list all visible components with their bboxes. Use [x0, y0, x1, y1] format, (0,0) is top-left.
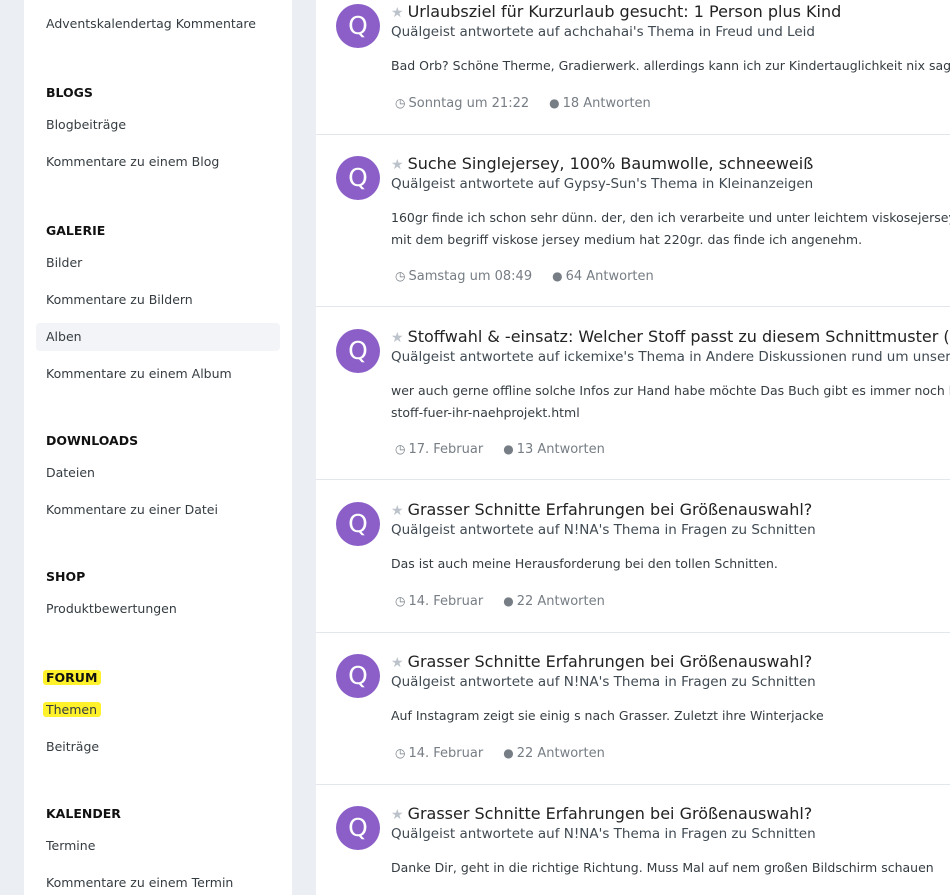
sidebar-item[interactable]: Dateien [36, 459, 280, 487]
post-subtitle: Quälgeist antwortete auf N!NA's Thema in… [391, 674, 816, 690]
activity-feed: Q ★ Urlaubsziel für Kurzurlaub gesucht: 1 … [316, 0, 950, 895]
sidebar-item[interactable]: Adventskalendertage [36, 0, 280, 1]
post-title-row: ★ Urlaubsziel für Kurzurlaub gesucht: 1 P… [391, 0, 841, 24]
post-snippet: stoff-fuer-ihr-naehprojekt.html [391, 405, 580, 420]
avatar[interactable]: Q [336, 654, 380, 698]
activity-item: Q ★ Grasser Schnitte Erfahrungen bei Größe… [316, 498, 950, 633]
sidebar-item[interactable]: Kommentare zu einem Album [36, 360, 280, 388]
post-snippet: wer auch gerne offline solche Infos zur … [391, 383, 950, 398]
post-title-link[interactable]: Grasser Schnitte Erfahrungen bei Größena… [408, 500, 813, 519]
post-subtitle: Quälgeist antwortete auf achchahai's The… [391, 24, 815, 40]
reply-count[interactable]: 13 Antworten [517, 442, 605, 457]
post-title-link[interactable]: Suche Singlejersey, 100% Baumwolle, schn… [408, 154, 814, 173]
avatar[interactable]: Q [336, 329, 380, 373]
post-subtitle: Quälgeist antwortete auf N!NA's Thema in… [391, 522, 816, 538]
clock-icon: ◷ [395, 442, 406, 456]
sidebar-section-title: SHOP [46, 569, 86, 584]
reply-count[interactable]: 18 Antworten [563, 96, 651, 111]
post-date[interactable]: Sonntag um 21:22 [408, 96, 529, 111]
comment-icon: ● [549, 96, 560, 110]
sidebar-section: GALERIE Bilder Kommentare zu Bildern Alben K… [24, 220, 292, 388]
avatar[interactable]: Q [336, 806, 380, 850]
post-snippet: Das ist auch meine Herausforderung bei d… [391, 556, 778, 571]
post-date[interactable]: 14. Februar [408, 594, 483, 609]
highlight-mark: Themen [46, 702, 98, 717]
comment-icon: ● [503, 442, 514, 456]
comment-icon: ● [552, 269, 563, 283]
sidebar: Adventskalendertage Adventskalendertag Ko… [24, 0, 292, 895]
reply-count[interactable]: 22 Antworten [517, 594, 605, 609]
sidebar-section: DOWNLOADS Dateien Kommentare zu einer Date… [24, 430, 292, 524]
reply-count[interactable]: 22 Antworten [517, 746, 605, 761]
post-title-link[interactable]: Urlaubsziel für Kurzurlaub gesucht: 1 Pe… [408, 2, 842, 21]
post-snippet: Auf Instagram zeigt sie einig s nach Gra… [391, 708, 824, 723]
sidebar-section-title: DOWNLOADS [46, 433, 139, 448]
sidebar-section: BLOGS Blogbeiträge Kommentare zu einem Blo… [24, 82, 292, 176]
post-title-row: ★ Grasser Schnitte Erfahrungen bei Größen… [391, 498, 812, 522]
post-subtitle: Quälgeist antwortete auf N!NA's Thema in… [391, 826, 816, 842]
clock-icon: ◷ [395, 269, 406, 283]
activity-item: Q ★ Grasser Schnitte Erfahrungen bei Größe… [316, 802, 950, 895]
avatar[interactable]: Q [336, 4, 380, 48]
post-title-row: ★ Grasser Schnitte Erfahrungen bei Größen… [391, 650, 812, 674]
sidebar-item[interactable]: Themen [36, 696, 280, 724]
sidebar-section-title: BLOGS [46, 85, 93, 100]
avatar[interactable]: Q [336, 502, 380, 546]
post-snippet: Danke Dir, geht in die richtige Richtung… [391, 860, 934, 875]
post-meta: ◷ Samstag um 08:49 ● 64 Antworten [395, 267, 654, 286]
post-meta: ◷ 14. Februar ● 22 Antworten [395, 592, 605, 611]
sidebar-item[interactable]: Kommentare zu einem Blog [36, 148, 280, 176]
sidebar-section: FORUM Themen Beiträge [24, 667, 292, 761]
post-meta: ◷ 14. Februar ● 22 Antworten [395, 744, 605, 763]
reply-count[interactable]: 64 Antworten [566, 269, 654, 284]
post-title-row: ★ Stoffwahl & -einsatz: Welcher Stoff pas… [391, 325, 950, 349]
post-meta: ◷ Sonntag um 21:22 ● 18 Antworten [395, 94, 651, 113]
activity-item: Q ★ Urlaubsziel für Kurzurlaub gesucht: 1 … [316, 0, 950, 135]
comment-icon: ● [503, 746, 514, 760]
comment-icon: ● [503, 594, 514, 608]
sidebar-section: Adventskalendertage Adventskalendertag Ko… [24, 0, 292, 38]
sidebar-item[interactable]: Produktbewertungen [36, 595, 280, 623]
activity-item: Q ★ Suche Singlejersey, 100% Baumwolle, sc… [316, 152, 950, 307]
avatar[interactable]: Q [336, 156, 380, 200]
post-snippet: Bad Orb? Schöne Therme, Gradierwerk. all… [391, 58, 950, 73]
sidebar-item[interactable]: Bilder [36, 249, 280, 277]
clock-icon: ◷ [395, 96, 406, 110]
clock-icon: ◷ [395, 594, 406, 608]
highlight-mark: FORUM [46, 670, 98, 685]
post-subtitle: Quälgeist antwortete auf Gypsy-Sun's The… [391, 176, 814, 192]
sidebar-section-title: FORUM [24, 667, 292, 689]
post-meta: ◷ 17. Februar ● 13 Antworten [395, 440, 605, 459]
post-date[interactable]: 17. Februar [408, 442, 483, 457]
sidebar-section: KALENDER Termine Kommentare zu einem Termi… [24, 803, 292, 895]
activity-item: Q ★ Stoffwahl & -einsatz: Welcher Stoff pa… [316, 325, 950, 480]
post-date[interactable]: 14. Februar [408, 746, 483, 761]
post-title-link[interactable]: Grasser Schnitte Erfahrungen bei Größena… [408, 804, 813, 823]
sidebar-section-title: KALENDER [46, 806, 121, 821]
sidebar-item[interactable]: Beiträge [36, 733, 280, 761]
post-title-row: ★ Suche Singlejersey, 100% Baumwolle, sch… [391, 152, 813, 176]
sidebar-section: SHOP Produktbewertungen [24, 566, 292, 623]
post-snippet: 160gr finde ich schon sehr dünn. der, de… [391, 210, 950, 225]
post-title-row: ★ Grasser Schnitte Erfahrungen bei Größen… [391, 802, 812, 826]
activity-item: Q ★ Grasser Schnitte Erfahrungen bei Größe… [316, 650, 950, 785]
sidebar-item[interactable]: Adventskalendertag Kommentare [36, 10, 280, 38]
post-title-link[interactable]: Grasser Schnitte Erfahrungen bei Größena… [408, 652, 813, 671]
sidebar-item[interactable]: Kommentare zu Bildern [36, 286, 280, 314]
sidebar-section-title: GALERIE [46, 223, 106, 238]
sidebar-item[interactable]: Kommentare zu einem Termin [36, 869, 280, 895]
post-snippet: mit dem begriff viskose jersey medium ha… [391, 232, 863, 247]
post-title-link[interactable]: Stoffwahl & -einsatz: Welcher Stoff pass… [408, 327, 950, 346]
post-subtitle: Quälgeist antwortete auf ickemixe's Them… [391, 349, 950, 365]
sidebar-item[interactable]: Termine [36, 832, 280, 860]
post-date[interactable]: Samstag um 08:49 [408, 269, 532, 284]
sidebar-item[interactable]: Blogbeiträge [36, 111, 280, 139]
sidebar-menu: Adventskalendertage Adventskalendertag Ko… [24, 0, 292, 895]
sidebar-item[interactable]: Kommentare zu einer Datei [36, 496, 280, 524]
sidebar-item[interactable]: Alben [36, 323, 280, 351]
clock-icon: ◷ [395, 746, 406, 760]
